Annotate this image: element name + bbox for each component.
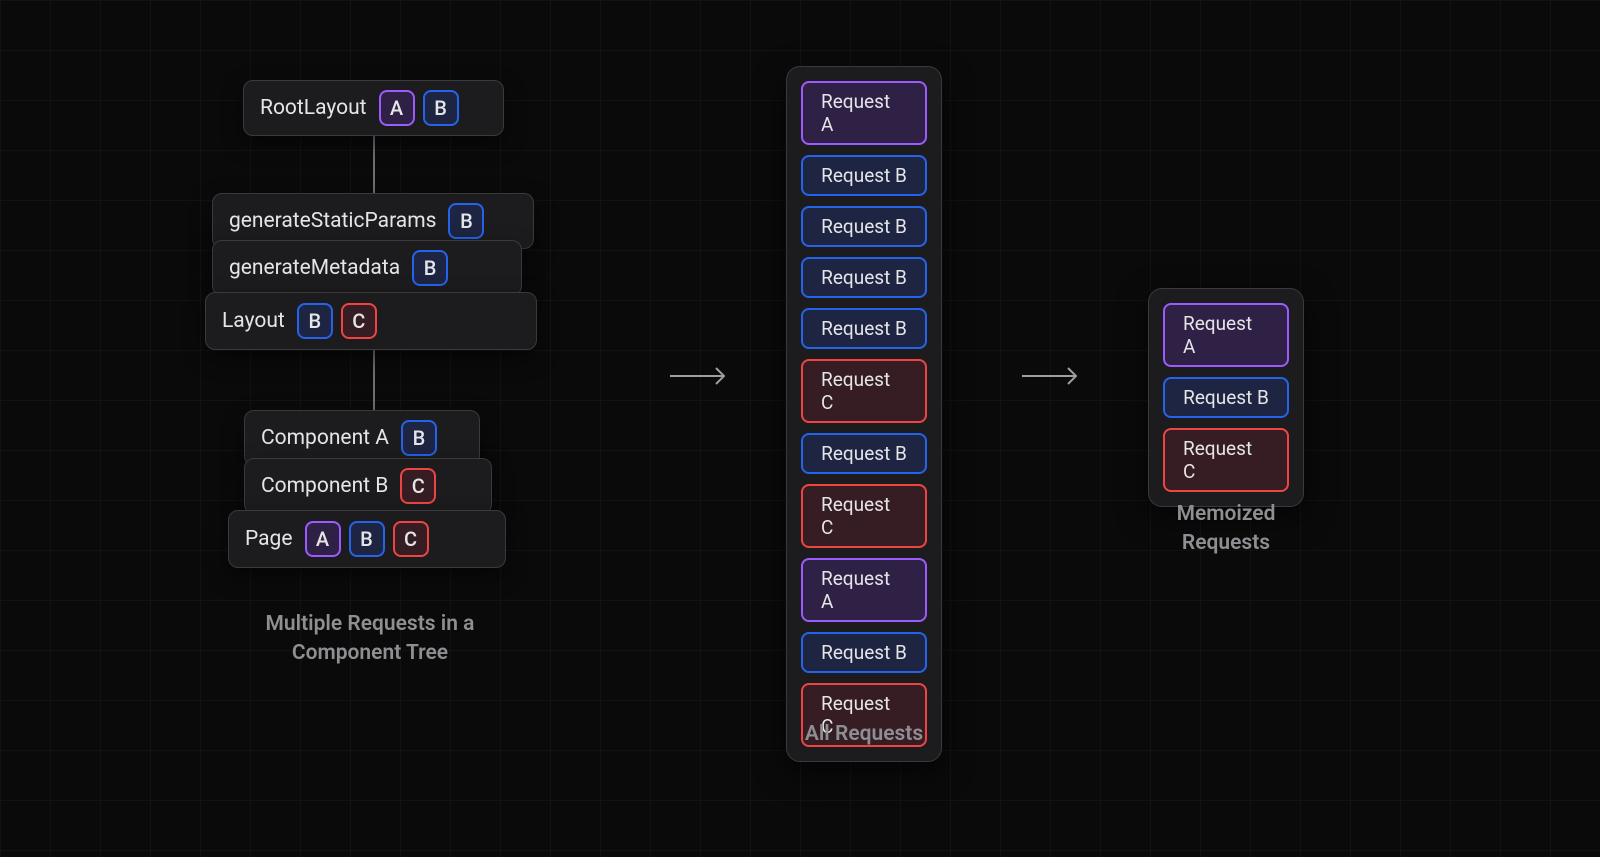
request-pill-c: Request C [801,484,927,548]
label-gm: generateMetadata [229,256,400,280]
connector-middle-to-bottom [373,350,375,412]
arrow-icon [668,364,732,388]
request-pill-b: Request B [1163,377,1289,418]
request-pill-b: Request B [801,632,927,673]
chip-request-a: A [305,521,341,557]
request-pill-b: Request B [801,206,927,247]
box-generatemetadata: generateMetadata B [212,240,522,296]
request-pill-a: Request A [801,81,927,145]
chip-request-b: B [401,420,437,456]
request-pill-b: Request B [801,257,927,298]
request-pill-c: Request C [801,359,927,423]
chip-request-b: B [412,250,448,286]
request-pill-c: Request C [1163,428,1289,492]
connector-root-to-middle [373,135,375,195]
panel-all-requests: Request A Request B Request B Request B Requ… [786,66,942,762]
diagram-stage: RootLayout AB generateStaticParams B gen… [0,0,1600,857]
chips-compB: C [400,468,436,504]
box-component-b: Component B C [244,458,492,514]
label-compB: Component B [261,474,388,498]
label-layout: Layout [222,309,285,333]
box-rootlayout: RootLayout AB [243,80,504,136]
request-pill-b: Request B [801,308,927,349]
label-rootlayout: RootLayout [260,96,367,120]
panel-memoized-requests: Request A Request B Request C [1148,288,1304,507]
request-pill-b: Request B [801,155,927,196]
chips-gsp: B [448,203,484,239]
chip-request-b: B [349,521,385,557]
label-compA: Component A [261,426,389,450]
box-layout: Layout BC [205,292,537,350]
label-gsp: generateStaticParams [229,209,436,233]
box-page: Page ABC [228,510,506,568]
request-pill-b: Request B [801,433,927,474]
chip-request-b: B [448,203,484,239]
chip-request-c: C [393,521,429,557]
request-pill-a: Request A [801,558,927,622]
chips-page: ABC [305,521,429,557]
chips-gm: B [412,250,448,286]
chips-layout: BC [297,303,377,339]
caption-memo: MemoizedRequests [1148,500,1304,559]
chip-request-b: B [423,90,459,126]
caption-all: All Requests [786,720,942,749]
chip-request-c: C [341,303,377,339]
request-pill-a: Request A [1163,303,1289,367]
chip-request-b: B [297,303,333,339]
caption-tree: Multiple Requests in aComponent Tree [205,610,535,669]
chips-compA: B [401,420,437,456]
chips-rootlayout: AB [379,90,459,126]
chip-request-c: C [400,468,436,504]
chip-request-a: A [379,90,415,126]
arrow-icon [1020,364,1084,388]
label-page: Page [245,527,293,551]
